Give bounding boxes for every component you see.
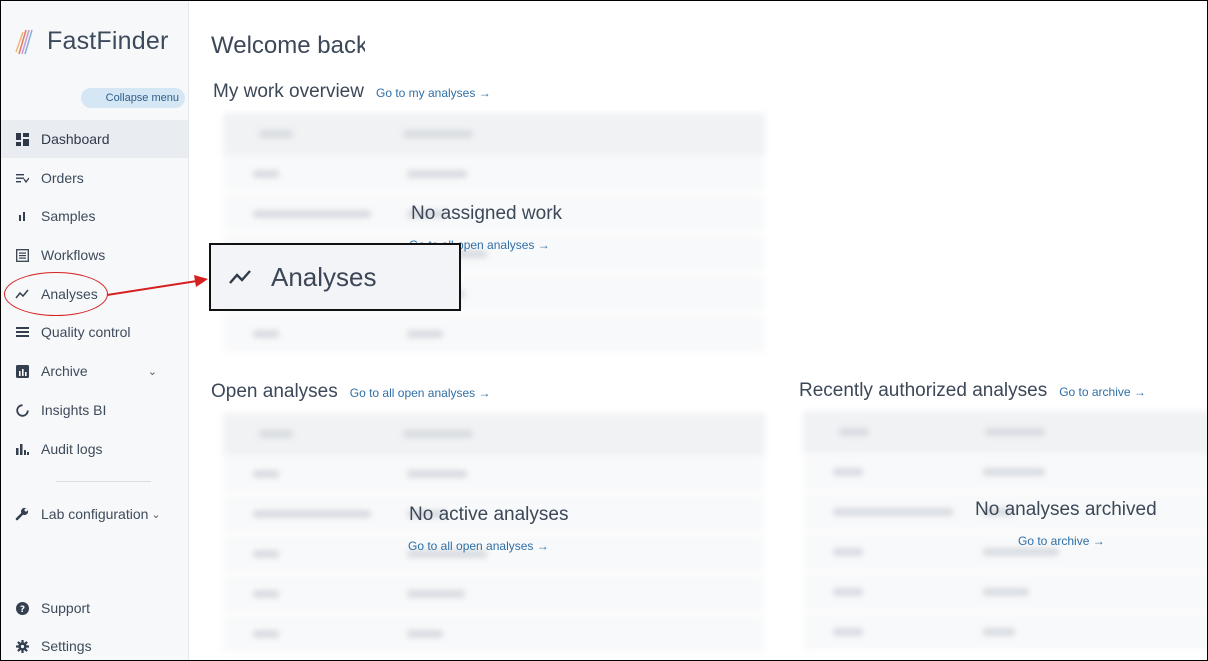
sidebar-item-label: Workflows bbox=[41, 247, 106, 263]
table-row bbox=[803, 573, 1207, 613]
archive-icon bbox=[15, 364, 29, 378]
sidebar-item-label: Quality control bbox=[41, 324, 131, 340]
insights-icon bbox=[15, 403, 29, 417]
sidebar-item-samples[interactable]: Samples bbox=[1, 197, 188, 235]
app-window: FastFinder Collapse menu Dashboard Order… bbox=[0, 0, 1208, 661]
brand-logo-icon bbox=[15, 29, 33, 54]
sidebar-item-label: Settings bbox=[41, 638, 92, 654]
collapse-menu-button[interactable]: Collapse menu bbox=[81, 88, 185, 108]
sidebar-item-label: Lab configuration bbox=[41, 506, 149, 522]
sidebar-item-insights-bi[interactable]: Insights BI bbox=[1, 391, 188, 429]
analyses-callout: Analyses bbox=[209, 243, 461, 311]
brand[interactable]: FastFinder bbox=[15, 27, 168, 56]
section-title-text: Recently authorized analyses bbox=[799, 380, 1048, 401]
sidebar-item-dashboard[interactable]: Dashboard bbox=[1, 120, 188, 158]
callout-label: Analyses bbox=[271, 261, 377, 292]
sidebar-item-lab-configuration[interactable]: Lab configuration ⌄ bbox=[1, 495, 188, 533]
workflows-icon bbox=[15, 248, 29, 262]
section-title-text: My work overview bbox=[213, 81, 364, 102]
table-row bbox=[223, 455, 765, 495]
sidebar-item-label: Orders bbox=[41, 170, 84, 186]
sidebar-item-label: Support bbox=[41, 600, 91, 616]
sidebar-item-label: Audit logs bbox=[41, 441, 103, 457]
sidebar-item-label: Insights BI bbox=[41, 402, 107, 418]
sidebar-item-orders[interactable]: Orders bbox=[1, 159, 188, 197]
sidebar-item-label: Dashboard bbox=[41, 131, 110, 147]
sidebar-item-audit-logs[interactable]: Audit logs bbox=[1, 430, 188, 468]
table-row bbox=[223, 615, 765, 655]
table-header bbox=[223, 413, 765, 455]
wrench-icon bbox=[15, 507, 29, 521]
chevron-down-icon: ⌄ bbox=[151, 508, 161, 521]
sidebar: FastFinder Collapse menu Dashboard Order… bbox=[1, 1, 189, 660]
sidebar-item-workflows[interactable]: Workflows bbox=[1, 236, 188, 274]
main-content: Welcome back My work overview Go to my an… bbox=[189, 1, 1207, 660]
help-icon: ? bbox=[15, 601, 29, 615]
audit-logs-icon bbox=[15, 442, 29, 456]
my-work-table-placeholder bbox=[223, 113, 765, 355]
svg-text:?: ? bbox=[19, 605, 24, 615]
go-to-archive-link[interactable]: Go to archive → bbox=[1059, 385, 1146, 399]
my-work-section-title: My work overview Go to my analyses → bbox=[213, 81, 491, 103]
quality-control-icon bbox=[15, 325, 29, 339]
go-to-archive-link[interactable]: Go to archive → bbox=[1018, 534, 1105, 548]
section-title-text: Open analyses bbox=[211, 381, 338, 402]
chevron-down-icon: ⌄ bbox=[147, 365, 157, 378]
table-row bbox=[223, 155, 765, 195]
go-to-all-open-analyses-link[interactable]: Go to all open analyses → bbox=[350, 386, 491, 400]
brand-name: FastFinder bbox=[47, 27, 169, 55]
analyses-icon bbox=[229, 270, 251, 284]
recent-table-placeholder bbox=[803, 411, 1207, 653]
page-title: Welcome back bbox=[211, 32, 368, 59]
table-row bbox=[803, 533, 1207, 573]
table-header bbox=[223, 113, 765, 155]
table-row bbox=[803, 453, 1207, 493]
no-active-analyses-message: No active analyses bbox=[409, 504, 569, 525]
sidebar-item-archive[interactable]: Archive ⌄ bbox=[1, 352, 188, 390]
no-analyses-archived-message: No analyses archived bbox=[975, 499, 1157, 520]
go-to-all-open-analyses-link[interactable]: Go to all open analyses → bbox=[408, 539, 549, 553]
redacted-name bbox=[365, 28, 509, 68]
orders-icon bbox=[15, 171, 29, 185]
sidebar-item-label: Archive bbox=[41, 363, 88, 379]
recently-authorized-section-title: Recently authorized analyses Go to archiv… bbox=[799, 380, 1146, 402]
open-analyses-section-title: Open analyses Go to all open analyses → bbox=[211, 381, 491, 403]
highlight-ellipse bbox=[4, 272, 108, 316]
table-row bbox=[803, 613, 1207, 653]
open-analyses-table-placeholder bbox=[223, 413, 765, 655]
no-assigned-work-message: No assigned work bbox=[411, 203, 563, 224]
sidebar-item-label: Samples bbox=[41, 208, 96, 224]
gear-icon bbox=[15, 639, 29, 653]
go-to-my-analyses-link[interactable]: Go to my analyses → bbox=[376, 86, 491, 100]
samples-icon bbox=[15, 209, 29, 223]
table-header bbox=[803, 411, 1207, 453]
sidebar-item-settings[interactable]: Settings bbox=[1, 627, 188, 660]
dashboard-icon bbox=[15, 132, 29, 146]
sidebar-item-quality-control[interactable]: Quality control bbox=[1, 313, 188, 351]
sidebar-item-support[interactable]: ? Support bbox=[1, 589, 188, 627]
table-row bbox=[223, 315, 765, 355]
table-row bbox=[223, 575, 765, 615]
sidebar-divider bbox=[56, 481, 151, 482]
